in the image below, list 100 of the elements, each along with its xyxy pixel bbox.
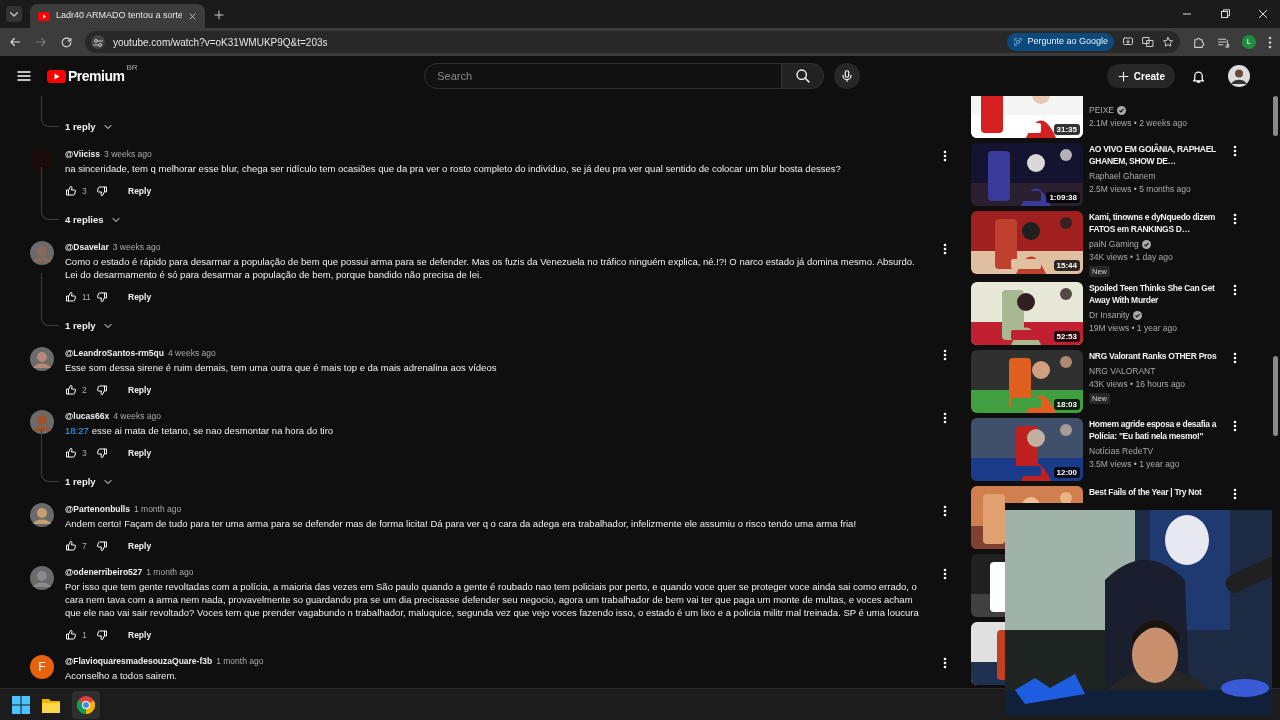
folder-icon[interactable] — [42, 696, 60, 713]
avatar-icon[interactable] — [30, 566, 54, 590]
channel-name[interactable]: Raphael Ghanem — [1089, 170, 1156, 183]
comment-time[interactable]: 1 month ago — [216, 655, 264, 668]
comment-time[interactable]: 3 weeks ago — [112, 241, 161, 254]
comment-time[interactable]: 3 weeks ago — [104, 148, 152, 161]
comment-time[interactable]: 4 weeks ago — [167, 347, 216, 360]
new-tab-icon[interactable] — [213, 9, 225, 21]
comment-time[interactable]: 1 month ago — [146, 566, 194, 579]
comment-time[interactable]: 1 month ago — [133, 503, 182, 516]
timestamp-link[interactable]: 18:27 — [65, 424, 89, 437]
scrollbar-thumb[interactable] — [1273, 356, 1278, 436]
browser-icon[interactable] — [77, 695, 95, 714]
thumbs-down-icon[interactable] — [96, 185, 108, 197]
thumbs-up-icon[interactable] — [65, 185, 77, 197]
browser-tab[interactable]: Ladr40 ARMADO tentou a sorte — [30, 4, 205, 28]
more-options-icon[interactable] — [943, 349, 947, 361]
comment-author[interactable]: @Viiciss — [65, 148, 101, 161]
channel-name[interactable]: paiN Gaming — [1089, 238, 1139, 251]
profile-button[interactable]: L — [1242, 35, 1256, 49]
tab-title: Ladr40 ARMADO tentou a sorte — [56, 9, 182, 23]
more-options-icon[interactable] — [1233, 213, 1237, 225]
account-avatar-icon[interactable] — [1228, 65, 1250, 87]
more-options-icon[interactable] — [1233, 145, 1237, 157]
menu-icon[interactable] — [16, 68, 32, 84]
star-icon[interactable] — [1162, 36, 1174, 48]
scrollbar-thumb[interactable] — [1273, 96, 1278, 136]
windows-start-icon[interactable] — [12, 695, 30, 714]
thumbs-up-icon[interactable] — [65, 447, 77, 459]
comment-author[interactable]: @odenerribeiro527 — [65, 566, 143, 579]
avatar-icon[interactable] — [30, 241, 54, 265]
thumbs-up-icon[interactable] — [65, 629, 77, 641]
thumbs-up-icon[interactable] — [65, 540, 77, 552]
comment-author[interactable]: @LeandroSantos-rm5qu — [65, 347, 164, 360]
video-title[interactable]: Kami, tinowns e dyNquedo dizem FATOS em RANKINGS D… — [1089, 211, 1225, 235]
video-title[interactable]: Spoiled Teen Thinks She Can Get Away With Murder — [1089, 282, 1225, 306]
avatar-icon[interactable] — [30, 347, 54, 371]
video-title[interactable]: NRG Valorant Ranks OTHER Pros — [1089, 350, 1217, 362]
more-options-icon[interactable] — [1233, 284, 1237, 296]
video-title[interactable]: Best Fails of the Year | Try Not — [1089, 486, 1202, 498]
more-options-icon[interactable] — [1233, 488, 1237, 500]
restore-icon[interactable] — [1220, 9, 1230, 19]
tab-list-icon[interactable] — [6, 6, 22, 22]
reply-button[interactable]: Reply — [124, 443, 156, 463]
channel-name[interactable]: Dr Insanity — [1089, 309, 1130, 322]
channel-name[interactable]: Notícias RedeTV — [1089, 445, 1154, 458]
more-options-icon[interactable] — [943, 412, 947, 424]
comment-author[interactable]: @Partenonbulls — [65, 503, 130, 516]
thumbs-up-icon[interactable] — [65, 291, 77, 303]
install-icon[interactable] — [1122, 36, 1134, 48]
replies-toggle[interactable]: 1 reply — [30, 313, 114, 339]
thumbs-up-icon[interactable] — [65, 384, 77, 396]
avatar-icon[interactable] — [30, 410, 54, 434]
avatar-icon[interactable] — [30, 503, 54, 527]
bell-icon[interactable] — [1191, 68, 1206, 84]
comment-author[interactable]: @lucas66x — [65, 410, 110, 423]
video-meta: 19M views • 1 year ago — [1089, 322, 1178, 335]
more-options-icon[interactable] — [1233, 352, 1237, 364]
comment-time[interactable]: 4 weeks ago — [113, 410, 161, 423]
comment-text: Esse som dessa sirene é ruim demais, tem uma outra que é mais top e da mais adrenalina aos vídeos — [65, 361, 498, 374]
replies-toggle[interactable]: 4 replies — [30, 207, 122, 233]
comment-author[interactable]: @Dsavelar — [65, 241, 109, 254]
thumbs-down-icon[interactable] — [96, 540, 108, 552]
thumbs-down-icon[interactable] — [96, 447, 108, 459]
thumbs-down-icon[interactable] — [96, 629, 108, 641]
comment-author[interactable]: @FlavioquaresmadesouzaQuare-f3b — [65, 655, 213, 668]
close-icon[interactable] — [188, 11, 197, 21]
reload-icon[interactable] — [60, 35, 73, 49]
back-icon[interactable] — [8, 35, 22, 49]
reply-button[interactable]: Reply — [124, 625, 156, 645]
more-options-icon[interactable] — [943, 568, 947, 580]
channel-name[interactable]: PEIXE — [1089, 104, 1115, 117]
extensions-icon[interactable] — [1192, 35, 1205, 49]
thumbs-down-icon[interactable] — [96, 291, 108, 303]
replies-toggle[interactable]: 1 reply — [30, 114, 114, 140]
create-button[interactable]: Create — [1106, 64, 1175, 88]
reply-button[interactable]: Reply — [124, 380, 156, 400]
more-options-icon[interactable] — [943, 243, 947, 255]
reply-button[interactable]: Reply — [124, 181, 156, 201]
video-title[interactable]: Homem agride esposa e desafia a Polícia: "Eu bati nela mesmo!" — [1089, 418, 1225, 442]
search-field[interactable]: Search — [424, 63, 783, 89]
search-button[interactable] — [782, 63, 825, 89]
ask-google-button[interactable]: Pergunte ao Google — [1007, 33, 1114, 51]
menu-icon[interactable] — [1268, 35, 1272, 49]
video-title[interactable]: AO VIVO EM GOIÂNIA, RAPHAEL GHANEM, SHOW DE… — [1089, 143, 1225, 167]
close-icon[interactable] — [1258, 9, 1268, 19]
more-options-icon[interactable] — [943, 150, 947, 162]
translate-icon[interactable] — [1142, 36, 1154, 48]
like-count: 7 — [82, 539, 88, 553]
more-options-icon[interactable] — [943, 657, 947, 669]
reply-button[interactable]: Reply — [124, 287, 156, 307]
address-bar[interactable]: youtube.com/watch?v=oK31WMUKP9Q&t=203s Pergunte ao Google — [85, 31, 1180, 53]
forward-icon[interactable] — [34, 35, 48, 49]
channel-name[interactable]: NRG VALORANT — [1089, 365, 1156, 378]
more-options-icon[interactable] — [1233, 420, 1237, 432]
reply-button[interactable]: Reply — [124, 536, 156, 556]
voice-search-button[interactable] — [834, 63, 861, 89]
more-options-icon[interactable] — [943, 505, 947, 517]
replies-toggle[interactable]: 1 reply — [30, 469, 114, 495]
thumbs-down-icon[interactable] — [96, 384, 108, 396]
